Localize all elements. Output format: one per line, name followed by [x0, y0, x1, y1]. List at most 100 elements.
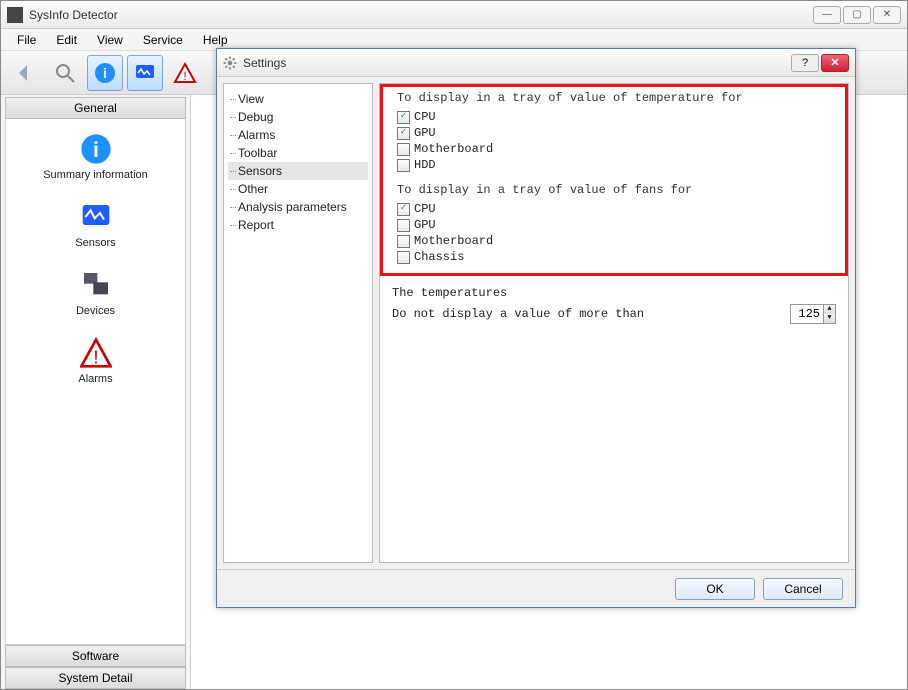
fan-tray-heading: To display in a tray of value of fans fo… [397, 183, 835, 197]
tree-toolbar[interactable]: Toolbar [228, 144, 368, 162]
dialog-title: Settings [243, 56, 791, 70]
settings-pane: To display in a tray of value of tempera… [379, 83, 849, 563]
checkbox-label: Motherboard [414, 142, 493, 156]
nav-sensors[interactable]: Sensors [6, 195, 185, 263]
temp-tray-heading: To display in a tray of value of tempera… [397, 91, 835, 105]
tree-sensors[interactable]: Sensors [228, 162, 368, 180]
close-button[interactable]: ✕ [873, 6, 901, 24]
svg-text:!: ! [183, 69, 186, 83]
search-icon [53, 61, 77, 85]
tab-software[interactable]: Software [5, 645, 186, 667]
tree-analysis[interactable]: Analysis parameters [228, 198, 368, 216]
dialog-help-button[interactable]: ? [791, 54, 819, 72]
nav-label: Summary information [6, 169, 185, 181]
max-temp-input[interactable] [791, 305, 823, 323]
menu-file[interactable]: File [9, 31, 44, 49]
menu-edit[interactable]: Edit [48, 31, 85, 49]
minimize-button[interactable]: — [813, 6, 841, 24]
search-button[interactable] [47, 55, 83, 91]
nav-summary[interactable]: i Summary information [6, 127, 185, 195]
checkbox-row: HDD [393, 157, 835, 173]
tab-general[interactable]: General [5, 97, 186, 119]
bottom-tabs: Software System Detail [1, 645, 190, 689]
settings-dialog: Settings ? ✕ View Debug Alarms Toolbar S… [216, 48, 856, 608]
app-title: SysInfo Detector [29, 8, 813, 22]
tree-debug[interactable]: Debug [228, 108, 368, 126]
settings-tree: View Debug Alarms Toolbar Sensors Other … [223, 83, 373, 563]
checkbox-motherboard-temp[interactable] [397, 143, 410, 156]
spinner-arrows: ▲ ▼ [823, 305, 835, 323]
dialog-body: View Debug Alarms Toolbar Sensors Other … [217, 77, 855, 569]
window-controls: — ▢ ✕ [813, 6, 901, 24]
info-icon: i [80, 133, 112, 165]
dialog-close-button[interactable]: ✕ [821, 54, 849, 72]
dialog-controls: ? ✕ [791, 54, 849, 72]
checkbox-label: CPU [414, 202, 436, 216]
svg-text:i: i [103, 65, 107, 81]
nav-devices[interactable]: Devices [6, 263, 185, 331]
checkbox-gpu-temp[interactable] [397, 127, 410, 140]
svg-text:!: ! [93, 347, 98, 368]
nav-label: Sensors [6, 237, 185, 249]
checkbox-row: GPU [393, 217, 835, 233]
tab-system-detail[interactable]: System Detail [5, 667, 186, 689]
warning-icon: ! [80, 337, 112, 369]
left-panel: General i Summary information Sensors De… [1, 95, 191, 689]
nav-label: Alarms [6, 373, 185, 385]
sensors-button[interactable] [127, 55, 163, 91]
checkbox-label: GPU [414, 218, 436, 232]
nav-list: i Summary information Sensors Devices ! … [5, 119, 186, 645]
menu-service[interactable]: Service [135, 31, 191, 49]
checkbox-hdd-temp[interactable] [397, 159, 410, 172]
menu-view[interactable]: View [89, 31, 131, 49]
nav-label: Devices [6, 305, 185, 317]
max-temp-label: Do not display a value of more than [392, 307, 790, 321]
highlighted-frame: To display in a tray of value of tempera… [380, 84, 848, 276]
checkbox-cpu-temp[interactable] [397, 111, 410, 124]
maximize-button[interactable]: ▢ [843, 6, 871, 24]
checkbox-label: Chassis [414, 250, 464, 264]
nav-alarms[interactable]: ! Alarms [6, 331, 185, 399]
checkbox-label: HDD [414, 158, 436, 172]
ok-button[interactable]: OK [675, 578, 755, 600]
back-button[interactable] [7, 55, 43, 91]
svg-text:i: i [93, 138, 99, 162]
arrow-left-icon [13, 61, 37, 85]
checkbox-motherboard-fan[interactable] [397, 235, 410, 248]
checkbox-label: CPU [414, 110, 436, 124]
checkbox-chassis-fan[interactable] [397, 251, 410, 264]
checkbox-cpu-fan[interactable] [397, 203, 410, 216]
app-icon [7, 7, 23, 23]
tree-report[interactable]: Report [228, 216, 368, 234]
max-temp-row: Do not display a value of more than ▲ ▼ [392, 304, 836, 324]
spinner-down[interactable]: ▼ [823, 314, 835, 323]
checkbox-row: Motherboard [393, 141, 835, 157]
tree-other[interactable]: Other [228, 180, 368, 198]
checkbox-label: GPU [414, 126, 436, 140]
monitor-icon [80, 201, 112, 233]
cancel-button[interactable]: Cancel [763, 578, 843, 600]
warning-icon: ! [173, 61, 197, 85]
checkbox-row: CPU [393, 109, 835, 125]
dialog-footer: OK Cancel [217, 569, 855, 607]
dialog-titlebar: Settings ? ✕ [217, 49, 855, 77]
checkbox-row: Motherboard [393, 233, 835, 249]
max-temp-spinner[interactable]: ▲ ▼ [790, 304, 836, 324]
temperatures-heading: The temperatures [392, 286, 840, 300]
info-button[interactable]: i [87, 55, 123, 91]
checkbox-row: Chassis [393, 249, 835, 265]
tree-view[interactable]: View [228, 90, 368, 108]
checkbox-label: Motherboard [414, 234, 493, 248]
tree-alarms[interactable]: Alarms [228, 126, 368, 144]
gear-icon [223, 56, 237, 70]
checkbox-gpu-fan[interactable] [397, 219, 410, 232]
menu-help[interactable]: Help [195, 31, 236, 49]
alarm-button[interactable]: ! [167, 55, 203, 91]
main-titlebar: SysInfo Detector — ▢ ✕ [1, 1, 907, 29]
devices-icon [80, 269, 112, 301]
checkbox-row: CPU [393, 201, 835, 217]
checkbox-row: GPU [393, 125, 835, 141]
spinner-up[interactable]: ▲ [823, 305, 835, 314]
monitor-icon [133, 61, 157, 85]
info-icon: i [93, 61, 117, 85]
